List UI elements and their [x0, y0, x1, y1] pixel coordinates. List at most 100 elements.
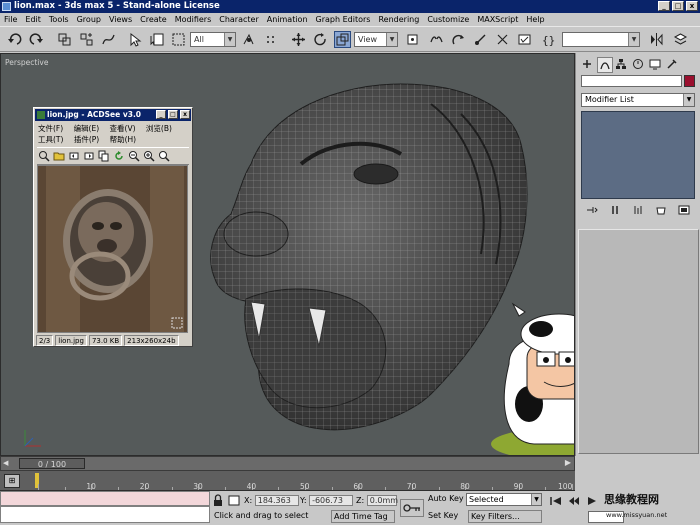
reference-coord-dropdown[interactable]: View ▼ — [354, 32, 398, 47]
move-icon[interactable] — [290, 31, 307, 48]
undo-icon[interactable] — [6, 31, 23, 48]
named-selection-icon[interactable] — [516, 31, 533, 48]
object-name-field[interactable] — [581, 75, 682, 87]
redo-icon[interactable] — [28, 31, 45, 48]
x-coordinate-input[interactable]: 184.363 — [254, 495, 299, 506]
menu-maxscript[interactable]: MAXScript — [473, 13, 522, 26]
menu-rendering[interactable]: Rendering — [374, 13, 423, 26]
acdsee-minimize-button[interactable]: _ — [156, 110, 166, 119]
named-selection-sets-dropdown[interactable]: ▼ — [562, 32, 640, 47]
maxscript-input[interactable] — [0, 506, 210, 523]
menu-animation[interactable]: Animation — [263, 13, 312, 26]
acdsee-title-bar: lion.jpg - ACDSee v3.0 _ □ x — [35, 109, 191, 121]
acdsee-window[interactable]: lion.jpg - ACDSee v3.0 _ □ x 文件(F) 编辑(E)… — [33, 107, 193, 347]
unlink-icon[interactable] — [78, 31, 95, 48]
open-mini-curve-editor-icon[interactable]: ⊞ — [4, 474, 20, 488]
auto-key-button[interactable]: Auto Key — [428, 494, 464, 503]
add-time-tag-button[interactable]: Add Time Tag — [331, 510, 395, 523]
menu-modifiers[interactable]: Modifiers — [171, 13, 216, 26]
modifier-list-dropdown[interactable]: Modifier List ▼ — [581, 93, 695, 107]
browse-icon[interactable] — [37, 150, 50, 163]
window-crossing-icon[interactable] — [262, 31, 279, 48]
layer-manager-icon[interactable] — [672, 31, 689, 48]
absolute-mode-icon[interactable] — [228, 494, 240, 507]
bind-space-warp-icon[interactable] — [100, 31, 117, 48]
acdsee-menu-file[interactable]: 文件(F) — [38, 124, 63, 133]
set-key-icon[interactable] — [400, 499, 424, 517]
slider-left-icon[interactable]: ◀ — [3, 459, 12, 468]
acdsee-menu-view[interactable]: 查看(V) — [110, 124, 136, 133]
remove-modifier-icon[interactable] — [653, 204, 669, 216]
modify-tab-icon[interactable] — [597, 57, 613, 73]
menu-help[interactable]: Help — [522, 13, 548, 26]
acdsee-close-button[interactable]: x — [180, 110, 190, 119]
time-slider-thumb[interactable]: 0 / 100 — [19, 458, 85, 469]
acdsee-menu-edit[interactable]: 编辑(E) — [74, 124, 100, 133]
slider-right-icon[interactable]: ▶ — [565, 458, 571, 467]
maximize-button[interactable]: □ — [672, 1, 684, 11]
select-object-icon[interactable] — [126, 31, 143, 48]
object-color-swatch[interactable] — [684, 75, 695, 87]
track-bar[interactable]: ⊞ 10 20 30 40 50 60 70 80 90 100 — [0, 471, 575, 491]
menu-create[interactable]: Create — [136, 13, 171, 26]
rotate-image-icon[interactable] — [112, 150, 125, 163]
previous-frame-icon[interactable] — [566, 494, 582, 507]
utilities-tab-icon[interactable] — [665, 57, 679, 71]
menu-file[interactable]: File — [0, 13, 21, 26]
mirror-tool-icon[interactable] — [648, 31, 665, 48]
go-to-start-icon[interactable] — [548, 494, 564, 507]
show-end-result-icon[interactable] — [607, 204, 623, 216]
menu-views[interactable]: Views — [105, 13, 136, 26]
acdsee-menu-plugins[interactable]: 插件(P) — [74, 135, 99, 144]
select-by-name-icon[interactable] — [148, 31, 165, 48]
menu-tools[interactable]: Tools — [45, 13, 73, 26]
configure-modifier-sets-icon[interactable] — [676, 204, 692, 216]
scale-icon[interactable] — [334, 31, 351, 48]
maxscript-listener-mini[interactable] — [0, 491, 210, 506]
curly-braces-icon[interactable]: {} — [540, 31, 557, 48]
make-unique-icon[interactable] — [630, 204, 646, 216]
key-mode-dropdown[interactable]: Selected ▼ — [466, 493, 542, 506]
align-icon[interactable] — [450, 31, 467, 48]
select-and-link-icon[interactable] — [56, 31, 73, 48]
acdsee-menu-browse[interactable]: 浏览(B) — [146, 124, 172, 133]
hierarchy-tab-icon[interactable] — [614, 57, 628, 71]
motion-tab-icon[interactable] — [631, 57, 645, 71]
select-and-manipulate-icon[interactable] — [240, 31, 257, 48]
menu-character[interactable]: Character — [215, 13, 263, 26]
zoom-in-icon[interactable] — [142, 150, 155, 163]
modifier-stack[interactable] — [581, 111, 695, 199]
pin-stack-icon[interactable] — [584, 204, 600, 216]
rectangular-selection-icon[interactable] — [170, 31, 187, 48]
display-tab-icon[interactable] — [648, 57, 662, 71]
lock-selection-icon[interactable] — [212, 494, 224, 507]
rotate-icon[interactable] — [312, 31, 329, 48]
normal-align-icon[interactable] — [472, 31, 489, 48]
place-highlight-icon[interactable] — [494, 31, 511, 48]
create-tab-icon[interactable] — [580, 57, 594, 71]
fit-zoom-icon[interactable] — [157, 150, 170, 163]
close-button[interactable]: x — [686, 1, 698, 11]
open-folder-icon[interactable] — [52, 150, 65, 163]
play-icon[interactable] — [584, 494, 600, 507]
previous-image-icon[interactable] — [67, 150, 80, 163]
minimize-button[interactable]: _ — [658, 1, 670, 11]
acdsee-maximize-button[interactable]: □ — [168, 110, 178, 119]
next-image-icon[interactable] — [82, 150, 95, 163]
zoom-out-icon[interactable] — [127, 150, 140, 163]
z-coordinate-input[interactable]: 0.0mm — [366, 495, 398, 506]
menu-group[interactable]: Group — [73, 13, 105, 26]
selection-filter-dropdown[interactable]: All ▼ — [190, 32, 236, 47]
y-coordinate-input[interactable]: -606.73 — [309, 495, 354, 506]
acdsee-menu-help[interactable]: 帮助(H) — [110, 135, 137, 144]
mirror-icon[interactable] — [428, 31, 445, 48]
acdsee-menu-tools[interactable]: 工具(T) — [38, 135, 63, 144]
menu-edit[interactable]: Edit — [21, 13, 45, 26]
menu-customize[interactable]: Customize — [423, 13, 473, 26]
pivot-center-icon[interactable] — [404, 31, 421, 48]
menu-graph-editors[interactable]: Graph Editors — [312, 13, 375, 26]
copy-icon[interactable] — [97, 150, 110, 163]
set-key-button[interactable]: Set Key — [428, 511, 458, 520]
key-filters-button[interactable]: Key Filters... — [468, 510, 542, 523]
time-slider[interactable]: ◀ 0 / 100 ▶ — [0, 456, 575, 471]
